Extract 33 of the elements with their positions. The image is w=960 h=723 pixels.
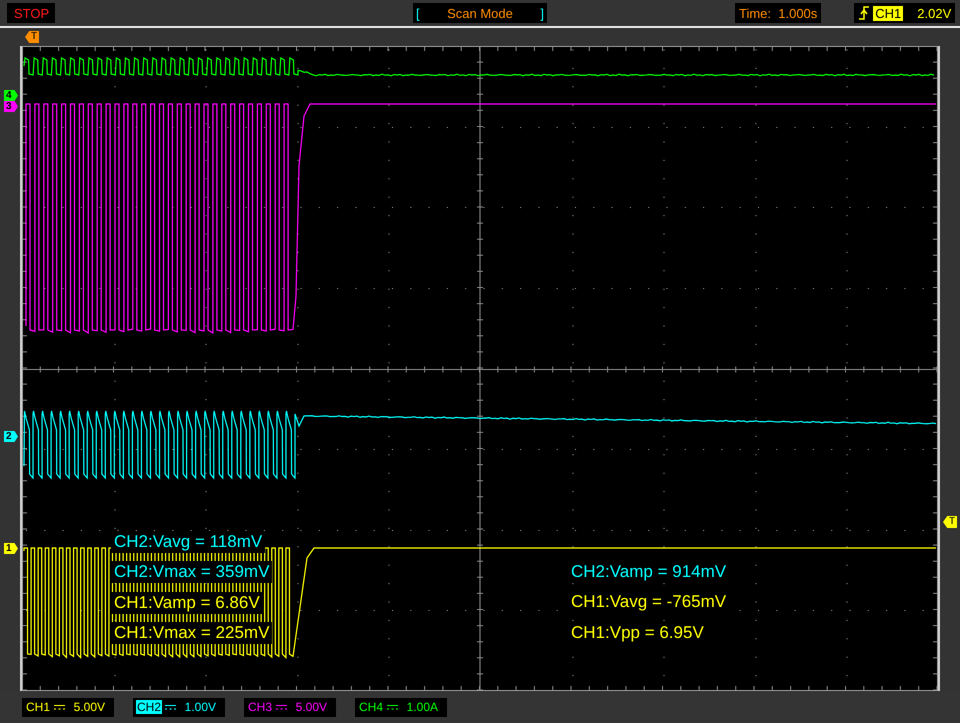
channel-marker[interactable]: 1 — [4, 543, 18, 554]
dc-coupling-icon — [276, 704, 288, 710]
trigger-level: 2.02V — [917, 6, 952, 20]
dc-coupling-icon — [54, 704, 66, 710]
channel-marker[interactable]: 3 — [4, 101, 18, 112]
channel-scale-panel[interactable]: CH1 5.00V — [22, 698, 114, 716]
mode-label: Scan Mode — [447, 6, 513, 20]
dc-coupling-icon — [387, 704, 398, 710]
channel-label: CH3 — [247, 700, 274, 714]
measurement-readout: CH2:Vmax = 359mV — [111, 561, 272, 584]
run-status: STOP — [7, 3, 55, 23]
rising-edge-icon — [858, 5, 870, 21]
bracket: [ — [416, 6, 420, 20]
trigger-time-marker[interactable]: T — [25, 31, 40, 43]
trigger-level-marker[interactable]: T — [943, 516, 958, 528]
channel-label: CH1 — [25, 700, 52, 714]
channel-marker[interactable]: 4 — [4, 90, 18, 101]
channel-marker[interactable]: 2 — [4, 431, 18, 442]
timebase-readout: Time: 1.000s — [735, 3, 822, 23]
channel-scale-panel[interactable]: CH2 1.00V — [133, 698, 225, 716]
dc-coupling-icon — [165, 704, 176, 710]
channel-scale: 1.00A — [406, 700, 439, 714]
channel-scale: 5.00V — [74, 700, 106, 714]
channel-scale: 5.00V — [296, 700, 328, 714]
channel-scale: 1.00V — [184, 700, 217, 714]
channel-label: CH4 — [358, 700, 384, 714]
trigger-source: CH1 — [873, 6, 904, 20]
channel-scale-panel[interactable]: CH4 1.00A — [355, 698, 447, 716]
measurement-readout: CH1:Vmax = 225mV — [111, 622, 272, 644]
bracket: ] — [540, 6, 544, 20]
channel-scale-panel[interactable]: CH3 5.00V — [244, 698, 336, 716]
measurement-readout: CH1:Vamp = 6.86V — [111, 592, 263, 614]
channel-label: CH2 — [136, 700, 162, 714]
